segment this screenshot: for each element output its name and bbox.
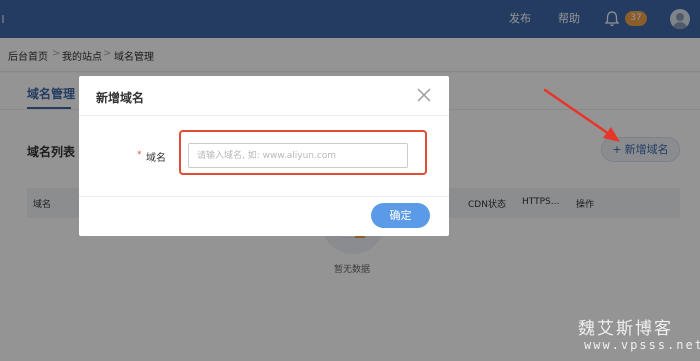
add-domain-dialog: 新增域名 * 域名 确定 <box>79 76 449 236</box>
required-asterisk: * <box>137 150 142 160</box>
domain-field-label: 域名 <box>146 153 166 164</box>
close-icon[interactable] <box>415 86 433 104</box>
confirm-button[interactable]: 确定 <box>371 203 430 228</box>
dialog-footer-divider <box>79 196 449 197</box>
dialog-title: 新增域名 <box>96 91 145 105</box>
dialog-header-divider <box>79 115 449 116</box>
domain-input[interactable] <box>188 143 408 168</box>
watermark-title: 魏艾斯博客 <box>578 319 673 339</box>
watermark-url: www.vpsss.net <box>584 338 700 352</box>
